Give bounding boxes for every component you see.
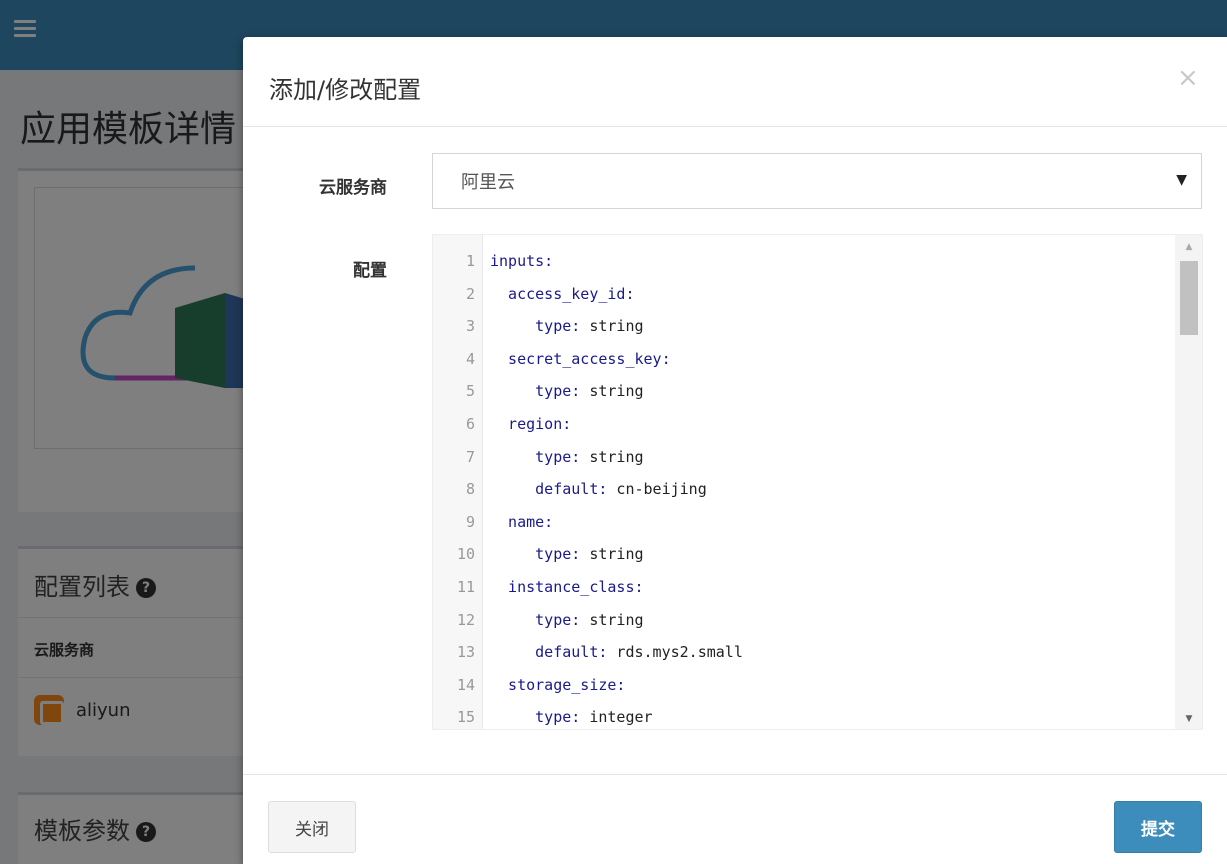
yaml-value: string	[580, 610, 644, 629]
line-number: 8	[465, 480, 475, 499]
modal-header: 添加/修改配置 ×	[243, 37, 1227, 127]
provider-select[interactable]: 阿里云 ▼	[432, 153, 1202, 209]
yaml-key: region:	[490, 414, 572, 433]
submit-button[interactable]: 提交	[1114, 801, 1202, 853]
line-number: 6	[465, 414, 475, 433]
code-line: 15 type: integer	[433, 701, 1173, 729]
code-line: 10 type: string	[433, 538, 1173, 571]
code-line: 5 type: string	[433, 375, 1173, 408]
code-text: inputs:	[490, 245, 553, 278]
provider-select-value: 阿里云	[461, 172, 515, 193]
line-number: 15	[456, 708, 475, 727]
yaml-key: instance_class:	[490, 577, 644, 596]
yaml-key: name:	[490, 512, 554, 531]
yaml-key: default:	[490, 643, 608, 662]
code-line: 6 region:	[433, 408, 1173, 441]
yaml-key: storage_size:	[490, 675, 626, 694]
scrollbar-thumb[interactable]	[1180, 261, 1198, 335]
line-number: 10	[456, 545, 475, 564]
code-line: 9 name:	[433, 506, 1173, 539]
yaml-value: string	[580, 317, 644, 336]
yaml-key: access_key_id:	[490, 284, 635, 303]
code-text: type: string	[490, 538, 644, 571]
yaml-key: type:	[490, 447, 581, 466]
code-line: 3 type: string	[433, 310, 1173, 343]
yaml-key: type:	[490, 317, 581, 336]
editor-scrollbar[interactable]: ▲ ▼	[1175, 235, 1202, 729]
code-content[interactable]: 1 inputs: 2 access_key_id: 3 type: string 4 …	[433, 245, 1173, 729]
line-number: 4	[465, 349, 475, 368]
line-number: 7	[465, 447, 475, 466]
code-text: name:	[490, 506, 553, 539]
provider-label: 云服务商	[319, 178, 387, 198]
code-text: secret_access_key:	[490, 343, 671, 376]
config-code-editor[interactable]: 1 inputs: 2 access_key_id: 3 type: string 4 …	[432, 234, 1203, 730]
code-text: type: string	[490, 441, 644, 474]
line-number: 3	[465, 317, 475, 336]
yaml-value: rds.mys2.small	[607, 643, 743, 662]
yaml-key: inputs:	[490, 252, 554, 270]
yaml-key: secret_access_key:	[490, 349, 671, 368]
yaml-value: string	[580, 447, 644, 466]
close-button[interactable]: 关闭	[268, 801, 356, 853]
yaml-value: string	[580, 545, 644, 564]
yaml-key: type:	[490, 708, 581, 727]
code-text: region:	[490, 408, 571, 441]
code-text: type: string	[490, 310, 644, 343]
code-line: 1 inputs:	[433, 245, 1173, 278]
code-text: default: rds.mys2.small	[490, 636, 743, 669]
caret-down-icon: ▼	[1176, 172, 1187, 188]
yaml-key: default:	[490, 480, 608, 499]
code-text: type: string	[490, 604, 644, 637]
line-number: 1	[465, 252, 475, 270]
code-line: 11 instance_class:	[433, 571, 1173, 604]
line-number: 11	[456, 577, 475, 596]
code-line: 7 type: string	[433, 441, 1173, 474]
line-number: 5	[465, 382, 475, 401]
config-modal: 添加/修改配置 × 云服务商 阿里云 ▼ 配置 1 inputs: 2 access…	[243, 37, 1227, 864]
line-number: 9	[465, 512, 475, 531]
code-text: access_key_id:	[490, 278, 635, 311]
yaml-key: type:	[490, 545, 581, 564]
modal-title: 添加/修改配置	[269, 76, 422, 104]
yaml-value: integer	[580, 708, 653, 727]
line-number: 14	[456, 675, 475, 694]
yaml-value: cn-beijing	[607, 480, 707, 499]
yaml-key: type:	[490, 610, 581, 629]
scroll-up-arrow-icon[interactable]: ▲	[1175, 239, 1202, 255]
code-line: 13 default: rds.mys2.small	[433, 636, 1173, 669]
code-text: type: string	[490, 375, 644, 408]
code-line: 14 storage_size:	[433, 669, 1173, 702]
line-number: 13	[456, 643, 475, 662]
config-label: 配置	[353, 261, 387, 281]
yaml-value: string	[580, 382, 644, 401]
code-line: 12 type: string	[433, 604, 1173, 637]
line-number: 2	[465, 284, 475, 303]
modal-footer: 关闭 提交	[243, 774, 1227, 864]
close-icon[interactable]: ×	[1177, 65, 1199, 91]
yaml-key: type:	[490, 382, 581, 401]
code-line: 8 default: cn-beijing	[433, 473, 1173, 506]
line-number: 12	[456, 610, 475, 629]
scroll-down-arrow-icon[interactable]: ▼	[1175, 711, 1202, 727]
code-text: storage_size:	[490, 669, 625, 702]
code-line: 2 access_key_id:	[433, 278, 1173, 311]
code-text: instance_class:	[490, 571, 644, 604]
code-line: 4 secret_access_key:	[433, 343, 1173, 376]
code-text: default: cn-beijing	[490, 473, 707, 506]
code-text: type: integer	[490, 701, 653, 729]
